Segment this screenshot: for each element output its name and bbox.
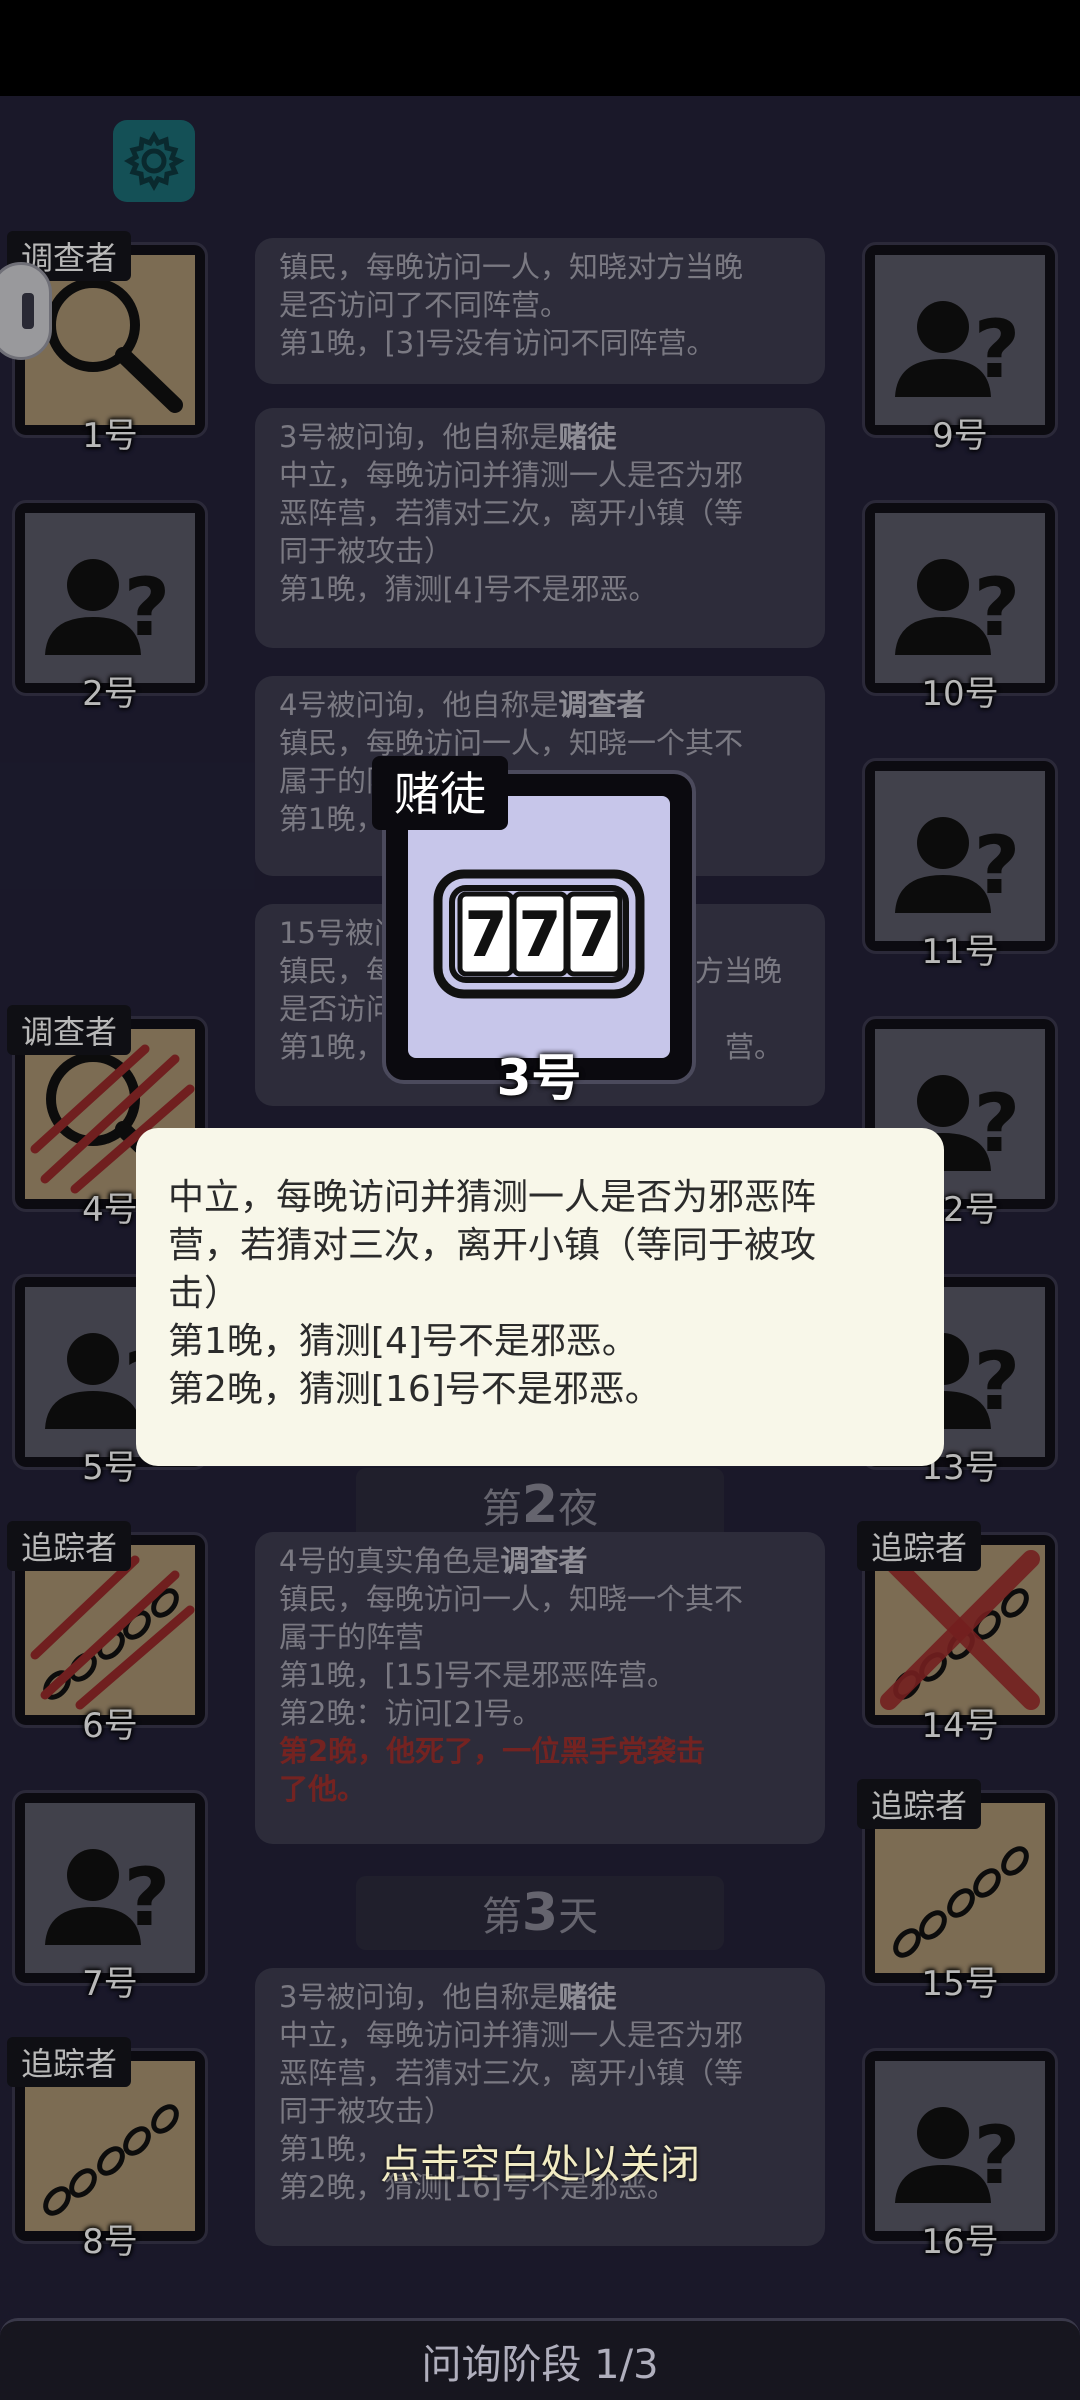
status-bar — [0, 0, 1080, 96]
role-name: 赌徒 — [372, 756, 508, 830]
role-description-panel: 中立，每晚访问并猜测一人是否为邪恶阵 营，若猜对三次，离开小镇（等同于被攻 击）… — [136, 1128, 944, 1466]
close-hint: 点击空白处以关闭 — [380, 2142, 700, 2188]
description-line: 营，若猜对三次，离开小镇（等同于被攻 — [168, 1225, 817, 1266]
description-line: 第2晚，猜测[16]号不是邪恶。 — [168, 1369, 661, 1410]
slot-symbol: 7 — [518, 898, 562, 971]
role-card: 7 7 7 赌徒 3号 — [372, 756, 696, 1107]
slot-symbol: 7 — [572, 898, 616, 971]
player-number: 3号 — [496, 1049, 582, 1107]
slot-symbol: 7 — [464, 898, 508, 971]
description-line: 击） — [168, 1273, 241, 1314]
description-line: 中立，每晚访问并猜测一人是否为邪恶阵 — [168, 1177, 817, 1218]
role-card-face: 7 7 7 — [408, 796, 670, 1058]
description-line: 第1晚，猜测[4]号不是邪恶。 — [168, 1321, 638, 1362]
phase-label: 问询阶段 1/3 — [421, 2341, 659, 2388]
phase-bar: 问询阶段 1/3 — [0, 2318, 1080, 2400]
